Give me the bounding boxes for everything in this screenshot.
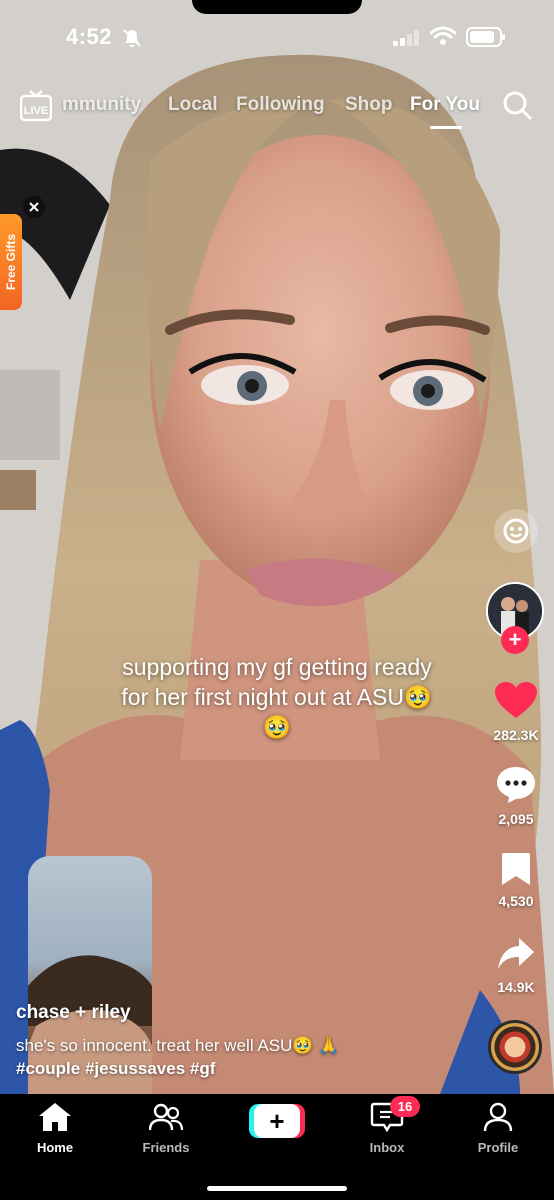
wifi-icon — [429, 26, 457, 51]
nav-profile[interactable]: Profile — [453, 1102, 543, 1155]
nav-friends-label: Friends — [142, 1140, 190, 1155]
hashtags[interactable]: #couple #jesussaves #gf — [16, 1057, 476, 1080]
nav-home[interactable]: Home — [10, 1102, 100, 1155]
tab-for-you[interactable]: For You — [410, 94, 480, 116]
comment-bubble-icon — [497, 767, 535, 803]
live-label: LIVE — [24, 105, 48, 117]
plus-icon: + — [254, 1104, 300, 1138]
smile-face-icon — [503, 518, 529, 544]
video-text-overlay: supporting my gf getting ready for her f… — [121, 654, 433, 740]
free-gifts-promo[interactable]: Free Gifts — [0, 214, 22, 310]
tab-following[interactable]: Following — [236, 94, 325, 116]
comment-button[interactable]: 2,095 — [478, 766, 554, 827]
create-button[interactable]: + — [249, 1104, 305, 1138]
cellular-signal-icon — [393, 30, 421, 51]
nav-home-label: Home — [36, 1140, 74, 1155]
video-description[interactable]: she's so innocent. treat her well ASU🥹 🙏… — [16, 1034, 476, 1080]
share-arrow-icon — [498, 938, 534, 969]
friends-icon — [148, 1103, 184, 1131]
save-count: 4,530 — [498, 893, 534, 909]
status-bar: 4:52 — [0, 0, 554, 72]
nav-friends[interactable]: Friends — [121, 1102, 211, 1155]
home-icon — [39, 1103, 71, 1131]
free-gifts-label: Free Gifts — [4, 233, 18, 290]
share-count: 14.9K — [497, 979, 535, 995]
close-promo-button[interactable] — [23, 196, 45, 218]
music-disc[interactable] — [488, 1020, 542, 1074]
home-indicator — [207, 1186, 347, 1191]
nav-profile-label: Profile — [477, 1140, 519, 1155]
inbox-badge: 16 — [390, 1096, 420, 1117]
profile-icon — [483, 1102, 513, 1132]
close-icon — [29, 202, 39, 212]
share-button[interactable]: 14.9K — [478, 936, 554, 995]
creator-username[interactable]: chase + riley — [16, 1002, 131, 1024]
search-icon[interactable] — [502, 90, 532, 125]
tab-local[interactable]: Local — [168, 94, 218, 116]
like-button[interactable]: 282.3K — [478, 682, 554, 743]
live-button[interactable]: LIVE — [19, 90, 53, 127]
follow-button[interactable]: + — [501, 626, 529, 654]
nav-inbox-label: Inbox — [369, 1140, 405, 1155]
effect-button[interactable] — [494, 509, 538, 553]
battery-icon — [466, 27, 506, 52]
silent-mode-icon — [122, 28, 142, 53]
like-count: 282.3K — [493, 727, 539, 743]
tab-shop[interactable]: Shop — [345, 94, 393, 116]
comment-count: 2,095 — [498, 811, 534, 827]
save-button[interactable]: 4,530 — [478, 852, 554, 909]
tab-community[interactable]: mmunity — [62, 94, 141, 116]
bookmark-icon — [502, 853, 530, 885]
bottom-navigation: Home Friends + Inbox 16 Profile — [0, 1094, 554, 1200]
status-time: 4:52 — [66, 24, 113, 49]
active-tab-indicator — [430, 126, 462, 129]
heart-icon — [495, 682, 537, 718]
top-feed-tabs: LIVE mmunity Local Following Shop For Yo… — [0, 86, 554, 130]
description-text: she's so innocent. treat her well ASU🥹 🙏 — [16, 1036, 340, 1055]
